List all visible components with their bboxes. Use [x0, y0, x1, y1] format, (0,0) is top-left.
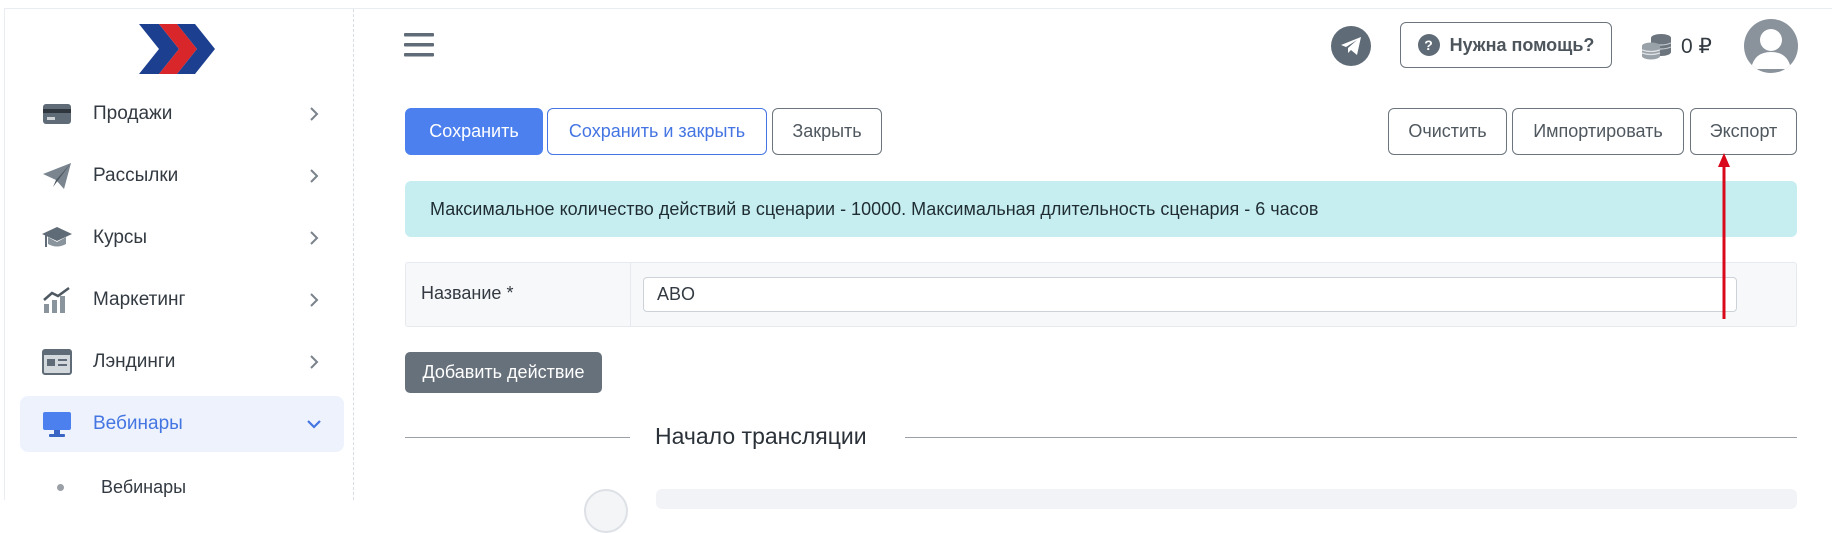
info-alert: Максимальное количество действий в сцена…: [405, 181, 1797, 237]
sidebar-item-webinars[interactable]: Вебинары: [20, 396, 344, 452]
sidebar-item-label: Лэндинги: [93, 351, 176, 372]
sidebar-item-sales[interactable]: Продажи: [20, 86, 344, 142]
bullet-icon: [57, 483, 64, 491]
landing-page-icon: [40, 345, 74, 379]
sidebar-item-landings[interactable]: Лэндинги: [20, 334, 344, 390]
chevron-down-icon: [304, 414, 324, 434]
sidebar-subitem-label: Вебинары: [101, 476, 187, 497]
wallet-icon: [40, 97, 74, 131]
save-button[interactable]: Сохранить: [405, 108, 543, 155]
name-label: Название *: [421, 283, 514, 303]
name-input[interactable]: [643, 277, 1737, 312]
sidebar-item-label: Продажи: [93, 103, 173, 124]
export-button[interactable]: Экспорт: [1690, 108, 1797, 155]
import-button[interactable]: Импортировать: [1512, 108, 1684, 155]
clear-button[interactable]: Очистить: [1388, 108, 1507, 155]
sidebar: Продажи Рассылки Курсы Маркетинг Лэндинг…: [5, 9, 354, 500]
sidebar-item-mailings[interactable]: Рассылки: [20, 148, 344, 204]
help-label: Нужна помощь?: [1449, 34, 1595, 55]
sidebar-item-courses[interactable]: Курсы: [20, 210, 344, 266]
annotation-arrow-icon: [1718, 153, 1730, 319]
coins-icon: [1641, 34, 1672, 60]
form-divider: [630, 263, 631, 326]
telegram-icon: [1341, 37, 1361, 55]
avatar[interactable]: [1744, 19, 1798, 73]
add-action-button[interactable]: Добавить действие: [405, 352, 602, 393]
logo[interactable]: [137, 22, 217, 76]
question-icon: ?: [1417, 34, 1440, 56]
paper-plane-icon: [40, 159, 74, 193]
monitor-icon: [40, 407, 74, 441]
balance-value: 0 ₽: [1681, 34, 1712, 58]
divider-line: [905, 437, 1797, 438]
chart-icon: [40, 283, 74, 317]
sidebar-item-label: Рассылки: [93, 165, 179, 186]
help-button[interactable]: ? Нужна помощь?: [1400, 22, 1612, 68]
sidebar-subitem-webinars[interactable]: Вебинары: [57, 473, 186, 501]
alert-text: Максимальное количество действий в сцена…: [430, 198, 1319, 219]
divider-line: [405, 437, 630, 438]
telegram-button[interactable]: [1331, 26, 1371, 66]
sidebar-item-label: Вебинары: [93, 413, 183, 434]
save-and-close-button[interactable]: Сохранить и закрыть: [547, 108, 767, 155]
chevron-right-icon: [304, 104, 324, 124]
step-marker: [584, 489, 628, 533]
chevron-right-icon: [304, 166, 324, 186]
chevron-right-icon: [304, 290, 324, 310]
hamburger-menu-icon[interactable]: [404, 31, 434, 59]
close-button[interactable]: Закрыть: [772, 108, 882, 155]
chevron-right-icon: [304, 352, 324, 372]
section-separator: Начало трансляции: [405, 423, 1797, 453]
sidebar-item-marketing[interactable]: Маркетинг: [20, 272, 344, 328]
chevron-right-icon: [304, 228, 324, 248]
name-form-row: Название *: [405, 262, 1797, 327]
sidebar-item-label: Маркетинг: [93, 289, 186, 310]
action-card: [656, 489, 1797, 509]
sidebar-item-label: Курсы: [93, 227, 148, 248]
user-icon: [1751, 29, 1791, 69]
balance[interactable]: 0 ₽: [1641, 30, 1712, 62]
graduation-cap-icon: [40, 221, 74, 255]
section-title: Начало трансляции: [655, 423, 867, 449]
